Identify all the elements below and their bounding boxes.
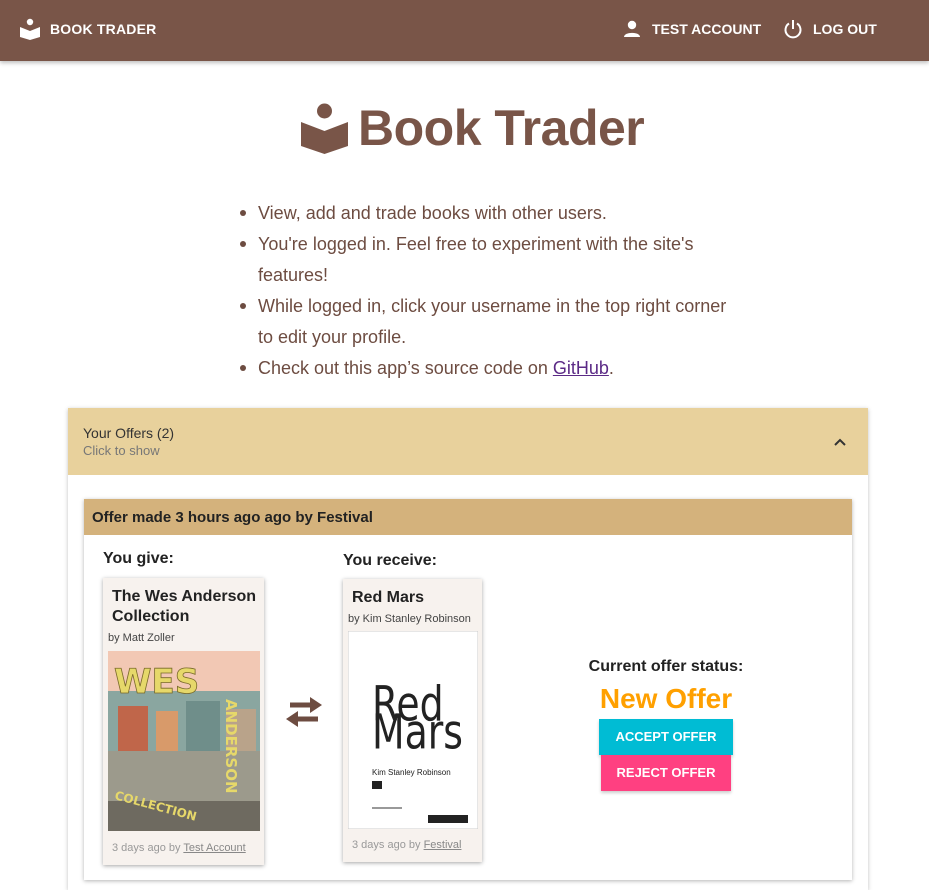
book-author: by Kim Stanley Robinson [348,613,471,625]
reject-offer-button[interactable]: REJECT OFFER [600,755,732,791]
added-text: 3 days ago by [352,839,424,851]
book-reader-icon [20,18,40,40]
offer-status: Current offer status: New Offer ACCEPT O… [536,658,796,791]
person-icon [624,20,640,37]
cover-title: Mars [372,703,463,760]
accept-offer-button[interactable]: ACCEPT OFFER [599,719,733,755]
power-icon [784,20,802,39]
intro-text: Check out this app’s source code on [258,358,553,378]
book-reader-icon [301,103,348,154]
book-title: The Wes Anderson Collection [112,588,257,625]
book-footer: 3 days ago by Test Account [112,842,246,854]
logout-label: LOG OUT [813,21,877,37]
status-value: New Offer [599,683,733,714]
owner-link[interactable]: Test Account [183,842,245,854]
offers-title: Your Offers (2) [83,425,175,441]
intro-item: While logged in, click your username in … [240,291,730,353]
receive-label: You receive: [343,552,437,569]
swap-arrows-icon [286,697,322,727]
book-cover-image: Red Mars Kim Stanley Robinson [348,631,478,829]
account-label: TEST ACCOUNT [652,21,762,37]
offer-header: Offer made 3 hours ago ago by Festival [84,499,852,535]
offers-panel: Your Offers (2) Click to show Offer made… [68,408,868,890]
receive-book-card[interactable]: Red Mars by Kim Stanley Robinson Red Mar… [343,579,482,862]
account-link[interactable]: TEST ACCOUNT [621,18,761,40]
page-title: Book Trader [358,100,645,156]
top-navbar: BOOK TRADER TEST ACCOUNT LOG OUT [0,0,929,61]
cover-text: WES [114,662,199,702]
intro-list: View, add and trade books with other use… [240,198,730,384]
offers-panel-header[interactable]: Your Offers (2) Click to show [68,408,868,475]
intro-item: View, add and trade books with other use… [240,198,730,229]
book-footer: 3 days ago by Festival [352,839,461,851]
intro-text: . [608,358,614,378]
offer-card: Offer made 3 hours ago ago by Festival Y… [84,499,852,880]
chevron-up-icon[interactable] [832,434,848,450]
logout-link[interactable]: LOG OUT [782,18,877,40]
book-title: Red Mars [352,589,425,606]
give-book-card[interactable]: The Wes Anderson Collection by Matt Zoll… [103,578,264,865]
book-author: by Matt Zoller [108,632,175,644]
brand-label: BOOK TRADER [50,21,157,37]
hero: Book Trader [301,100,645,156]
brand-link[interactable]: BOOK TRADER [20,18,156,40]
cover-text: ANDERSON [222,699,240,794]
offers-subtitle: Click to show [83,443,160,458]
status-label: Current offer status: [588,658,744,675]
book-cover-image: WES ANDERSON COLLECTION [108,651,260,831]
give-label: You give: [103,550,174,567]
github-link[interactable]: GitHub [553,358,609,378]
intro-item: Check out this app’s source code on GitH… [240,353,730,384]
intro-item: You're logged in. Feel free to experimen… [240,229,730,291]
cover-author: Kim Stanley Robinson [372,768,451,777]
added-text: 3 days ago by [112,842,184,854]
owner-link[interactable]: Festival [424,839,462,851]
